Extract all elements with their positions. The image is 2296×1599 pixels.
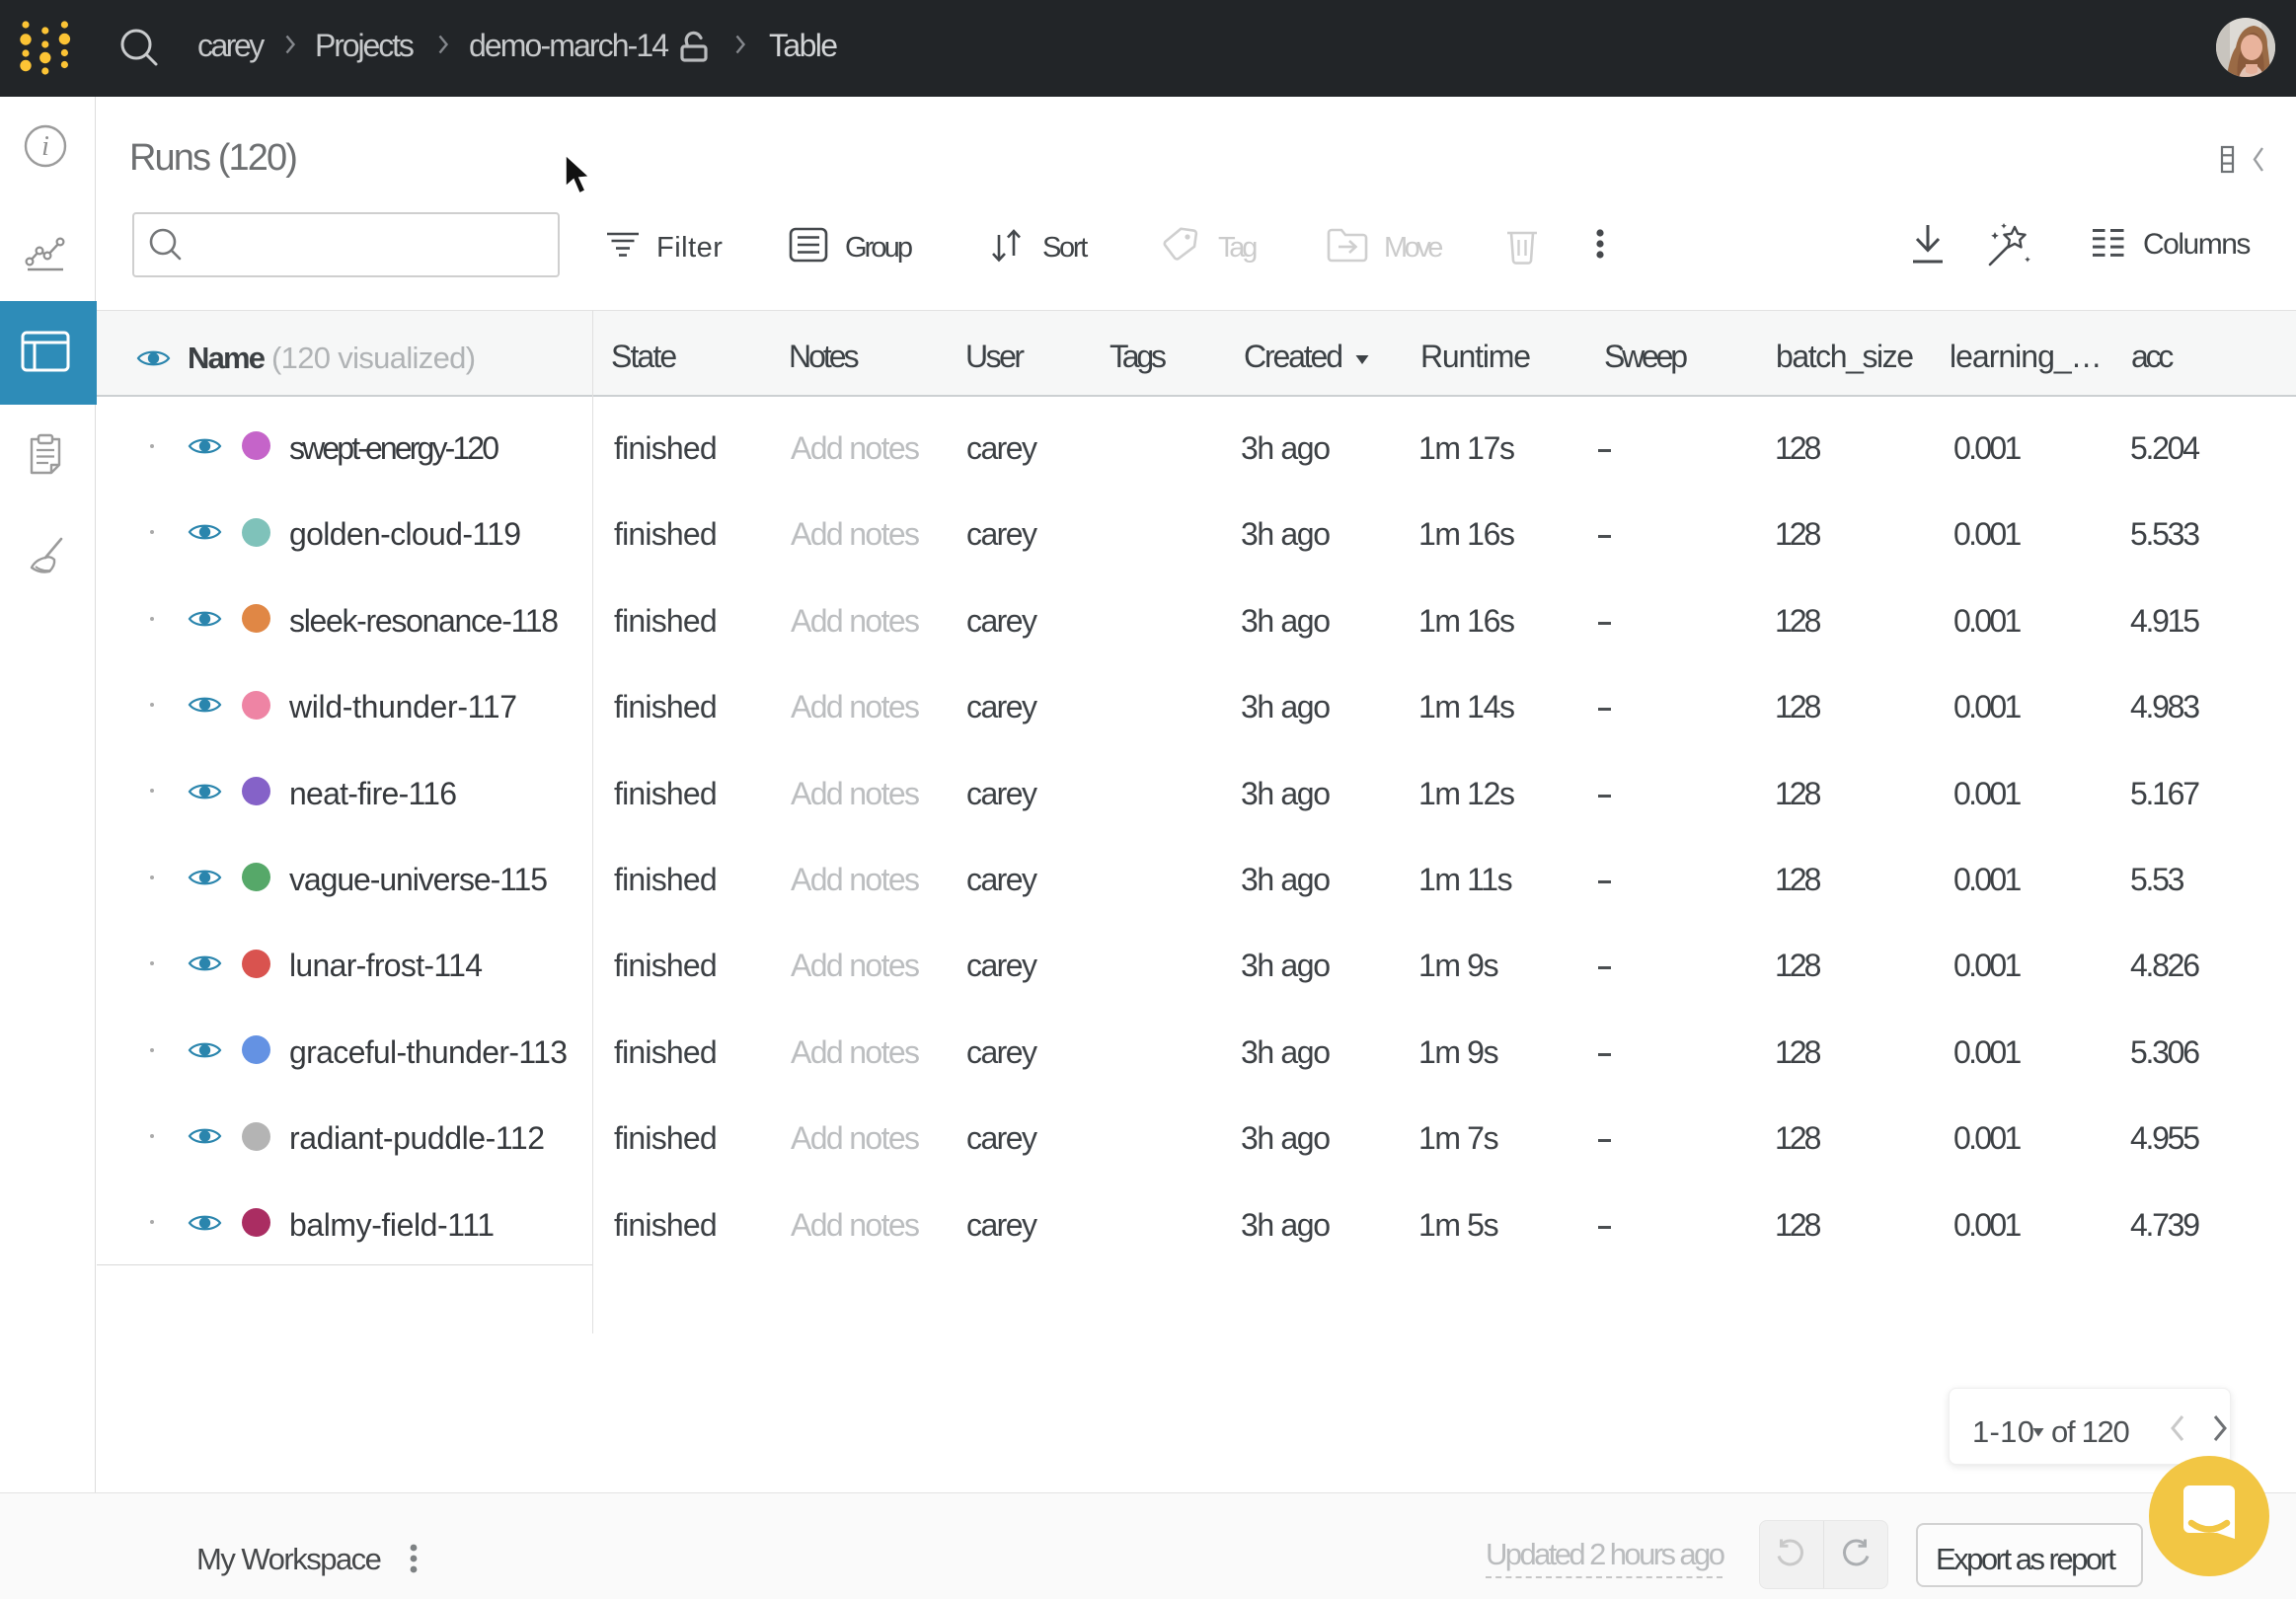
svg-text:i: i — [41, 131, 49, 162]
